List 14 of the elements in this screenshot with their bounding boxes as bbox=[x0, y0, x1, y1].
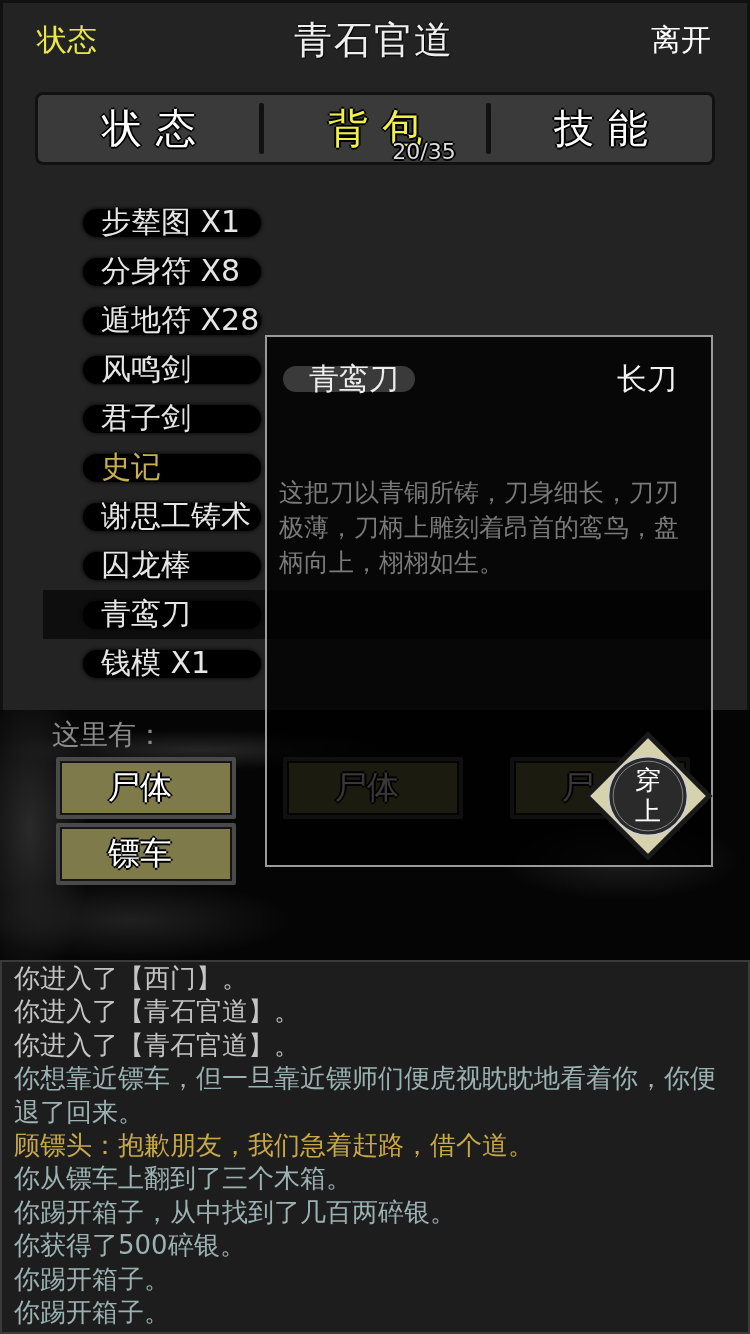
here-label: 这里有： bbox=[52, 717, 164, 753]
log-line: 你从镖车上翻到了三个木箱。 bbox=[14, 1162, 353, 1196]
log-line: 你进入了【青石官道】。 bbox=[14, 1028, 301, 1062]
log-line: 你踢开箱子，从中找到了几百两碎银。 bbox=[14, 1195, 457, 1229]
log-line: 你想靠近镖车，但一旦靠近镖师们便虎视眈眈地看着你，你便退了回来。 bbox=[14, 1062, 717, 1129]
log-line: 你进入了【青石官道】。 bbox=[14, 995, 301, 1029]
log-line: 你进入了【西门】。 bbox=[14, 962, 249, 995]
log-line: 你踢开箱子。 bbox=[14, 1262, 171, 1296]
item-type: 长刀 bbox=[617, 359, 677, 398]
log-line: 你踢开箱子。 bbox=[14, 1296, 171, 1330]
log-line: 你获得了500碎银。 bbox=[14, 1229, 247, 1263]
location-title: 青石官道 bbox=[294, 17, 454, 64]
log-line: 顾镖头：抱歉朋友，我们急着赶路，借个道。 bbox=[14, 1129, 535, 1163]
item-description: 这把刀以青铜所铸，刀身细长，刀刃极薄，刀柄上雕刻着昂首的鸾鸟，盘柄向上，栩栩如生。 bbox=[279, 477, 680, 579]
